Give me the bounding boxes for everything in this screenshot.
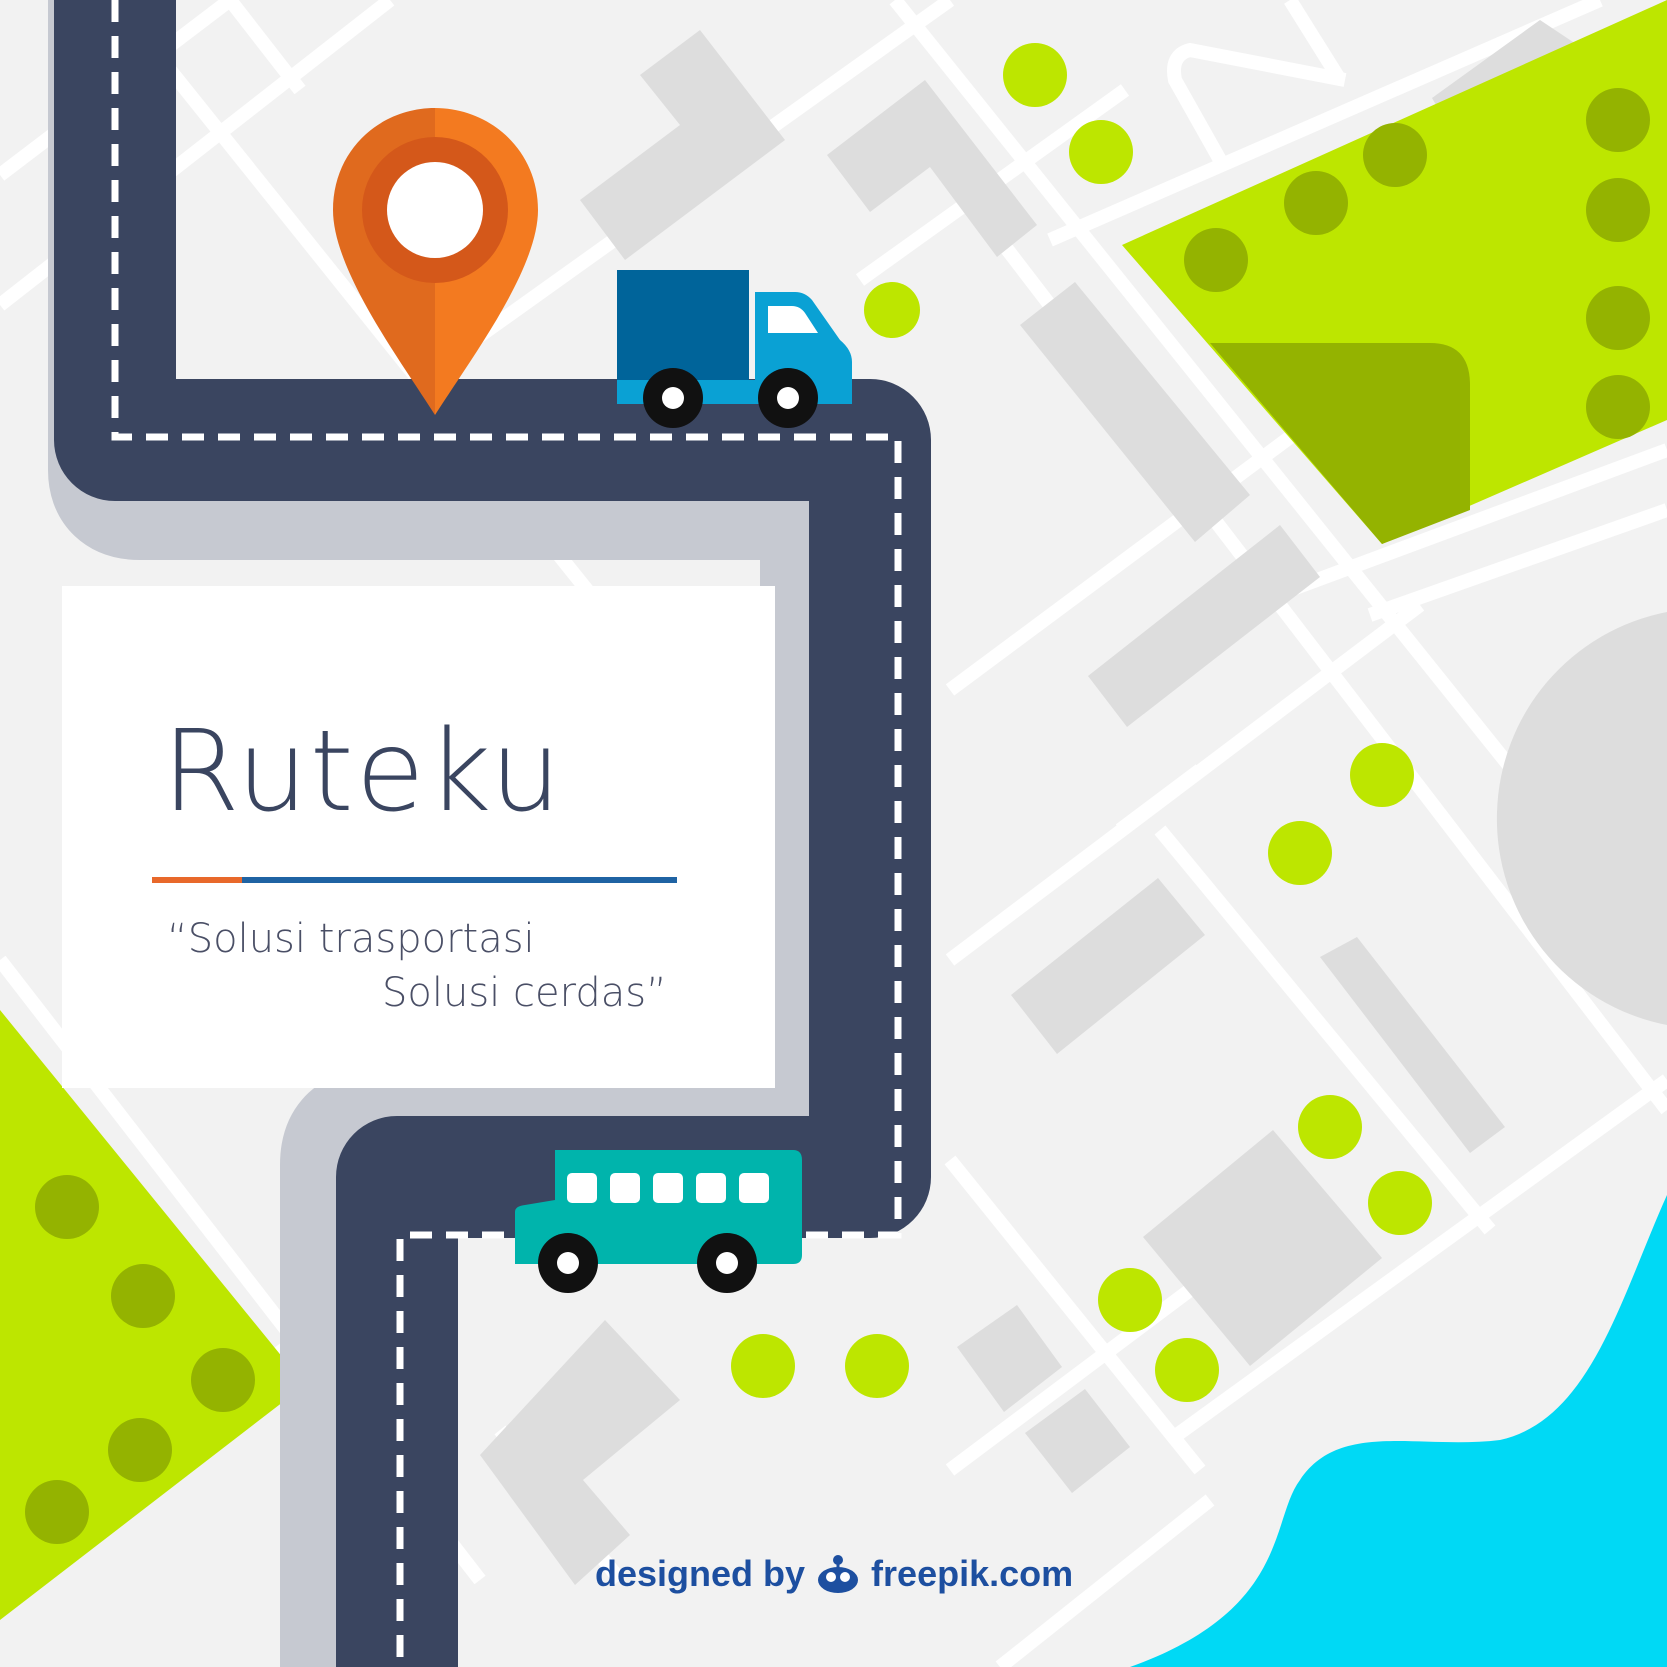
map-canvas: Ruteku “Solusi trasportasi Solusi cerdas… [0,0,1667,1667]
tagline-line-2: Solusi cerdas” [382,970,667,1016]
page-title: Ruteku [162,707,563,837]
title-underline [152,877,677,883]
credit-designed-by: designed by [595,1553,806,1594]
title-underline-accent [152,877,242,883]
tagline-line-1: “Solusi trasportasi [167,916,535,962]
credit-brand: freepik.com [871,1553,1074,1594]
freepik-logo-icon [818,1555,859,1593]
bus-icon[interactable] [515,1150,802,1293]
credit-line: designed by freepik.com [595,1552,1073,1596]
title-card: Ruteku “Solusi trasportasi Solusi cerdas… [62,586,775,1088]
location-pin-icon[interactable] [333,108,538,415]
